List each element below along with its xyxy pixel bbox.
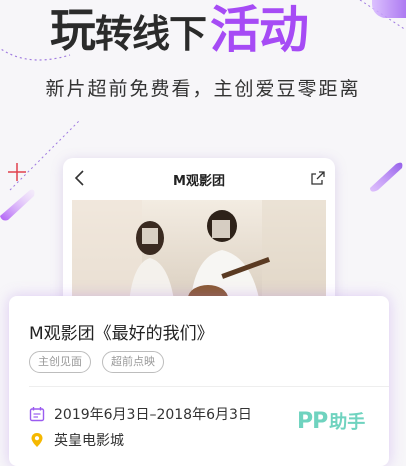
decorative-purple-streak-right	[370, 162, 403, 192]
decorative-plus-icon	[8, 163, 26, 181]
event-title: M观影团《最好的我们》	[29, 324, 214, 344]
phone-nav-bar: M观影团	[63, 158, 335, 200]
watermark-latin: PP	[297, 408, 328, 434]
watermark-chinese: 助手	[329, 412, 366, 433]
phone-page-title: M观影团	[173, 174, 225, 189]
location-pin-icon	[31, 433, 43, 447]
card-divider	[29, 386, 389, 387]
event-date-row: 2019年6月3日–2018年6月3日	[29, 404, 252, 424]
decorative-purple-streak-left	[0, 189, 35, 221]
phone-preview: M观影团	[63, 158, 335, 318]
event-date: 2019年6月3日–2018年6月3日	[54, 407, 252, 423]
hero-title: 玩 转线下 活动	[50, 0, 370, 60]
event-location-row: 英皇电影城	[29, 430, 124, 450]
event-location: 英皇电影城	[54, 433, 124, 449]
pp-assistant-watermark: PP 助手	[297, 405, 397, 437]
hero-title-part1: 玩	[50, 3, 96, 57]
hero-title-part2: 转线下	[95, 12, 207, 56]
calendar-icon	[29, 407, 45, 422]
event-card[interactable]: M观影团《最好的我们》 主创见面 超前点映 2019年6月3日–2018年6月3…	[9, 296, 389, 466]
hero-subtitle: 新片超前免费看，主创爱豆零距离	[45, 78, 361, 100]
hero-title-highlight: 活动	[210, 1, 309, 59]
event-tag: 主创见面	[29, 351, 91, 373]
event-tag: 超前点映	[102, 351, 164, 373]
share-icon[interactable]	[311, 171, 325, 185]
decorative-purple-blob	[372, 0, 406, 18]
